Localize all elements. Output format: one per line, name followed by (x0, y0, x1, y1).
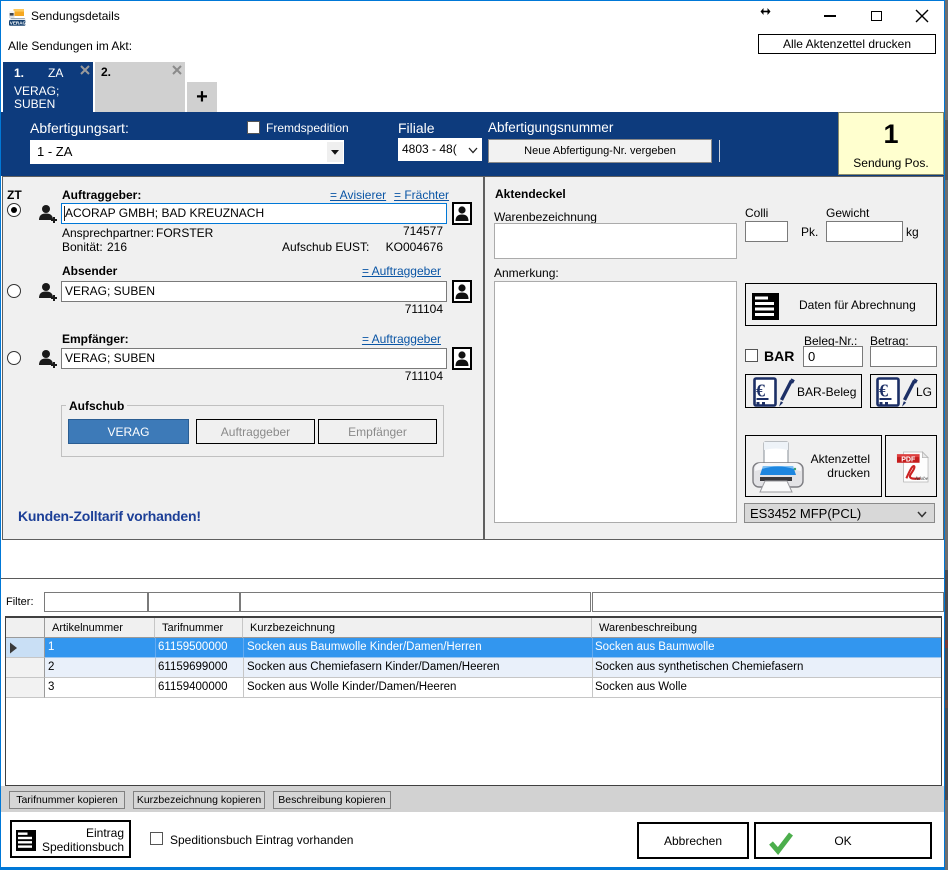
svg-text:PDF: PDF (901, 456, 916, 463)
svg-text:€: € (756, 381, 765, 401)
svg-text:€: € (879, 381, 888, 401)
svg-text:Adobe: Adobe (914, 476, 929, 482)
svg-text:VERAG: VERAG (10, 21, 27, 26)
